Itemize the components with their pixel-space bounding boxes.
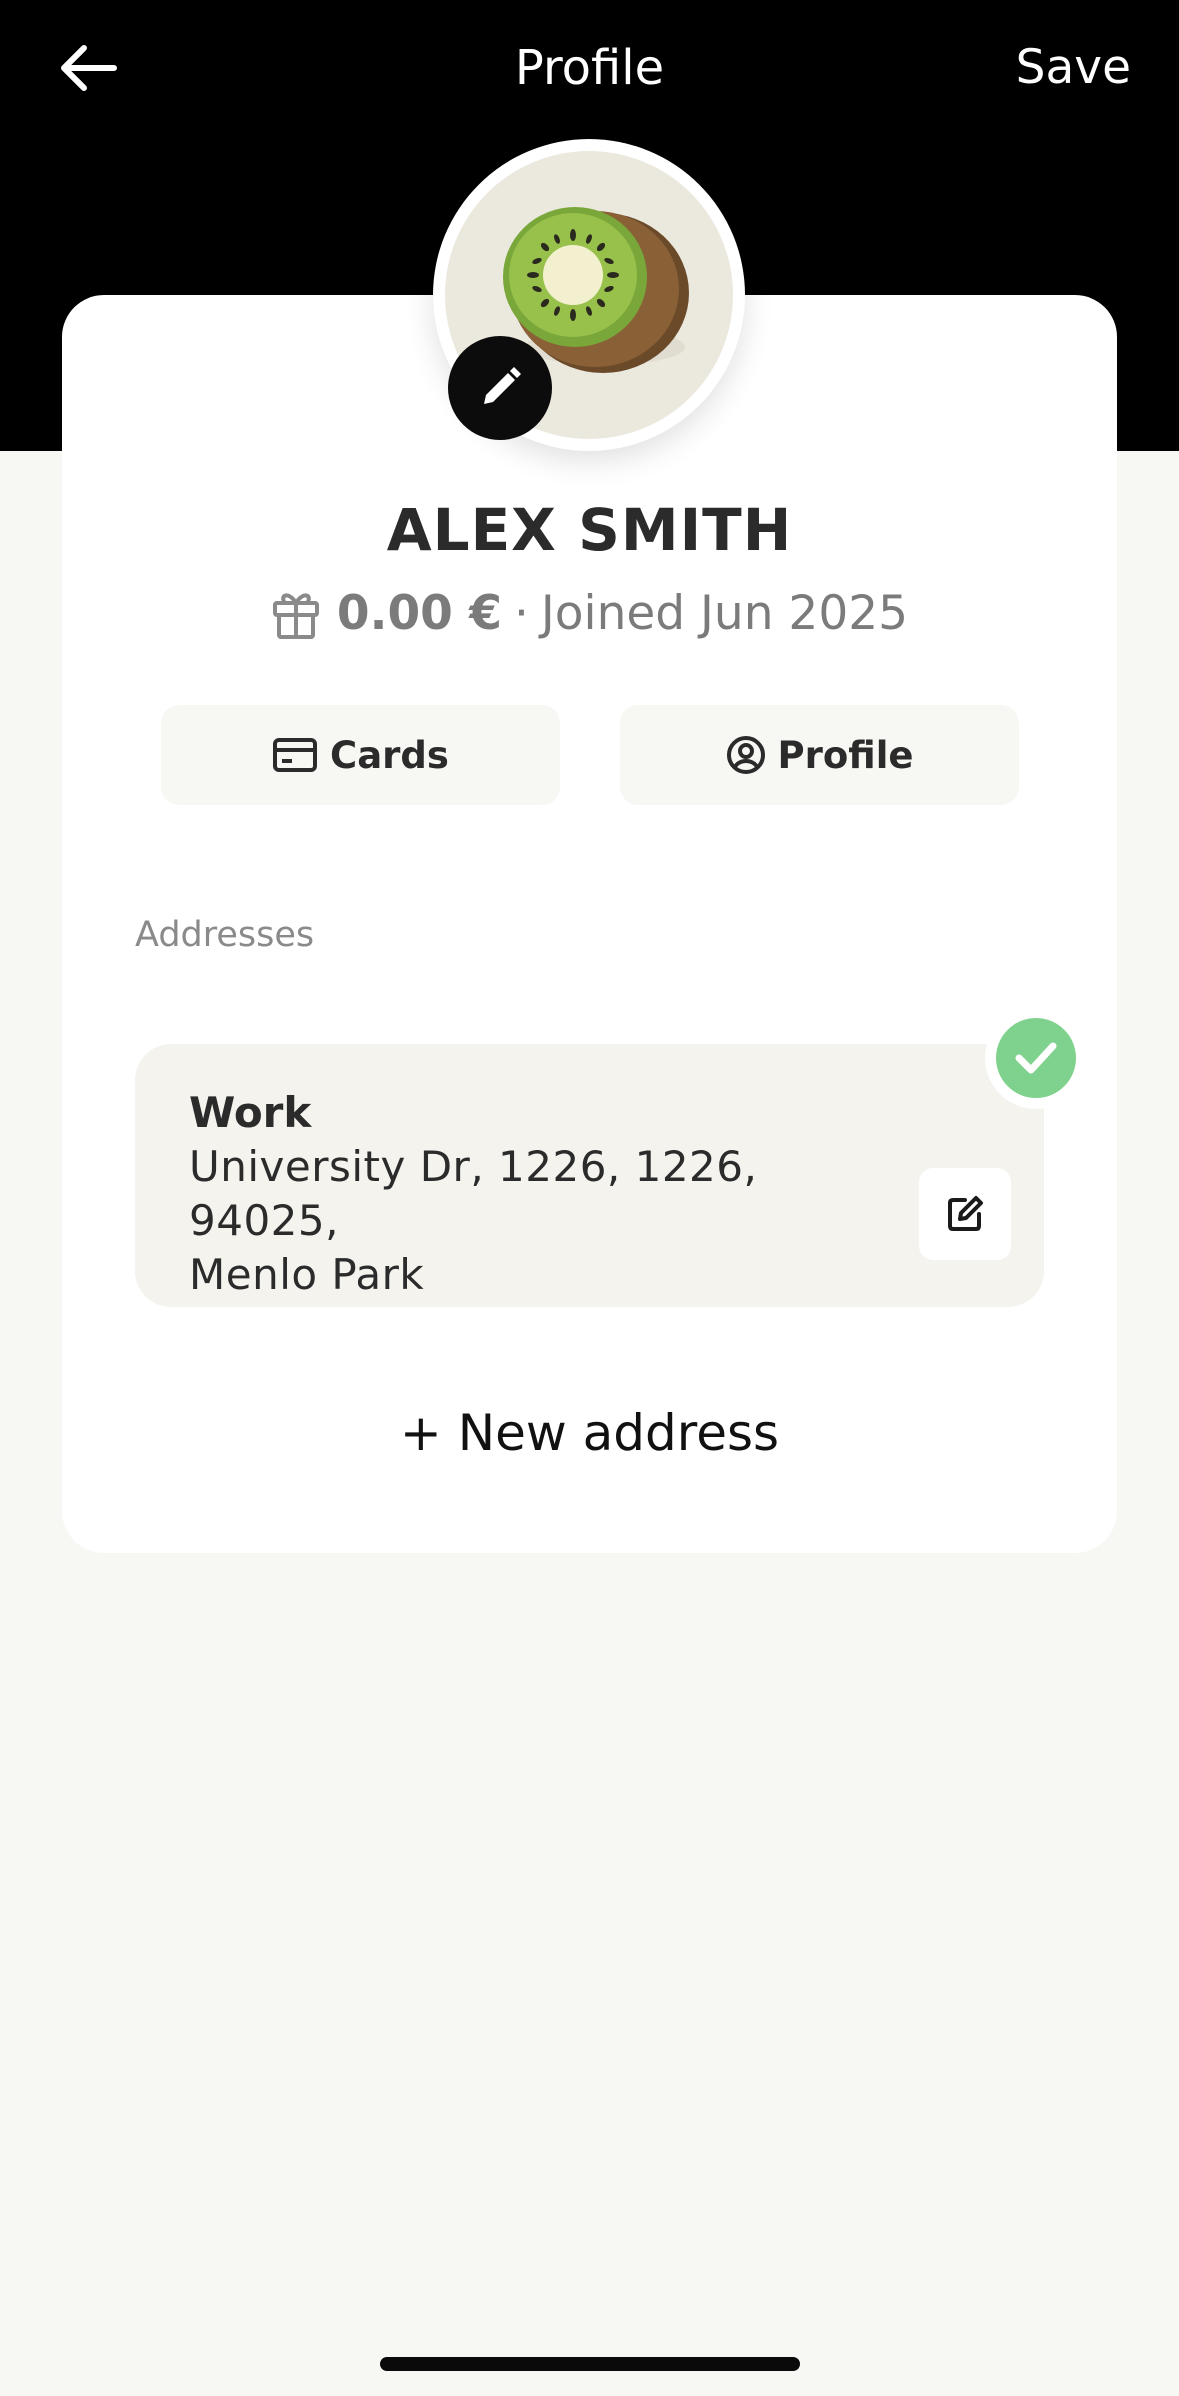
balance-amount: 0.00 € — [336, 586, 502, 641]
user-circle-icon — [726, 736, 765, 774]
home-indicator[interactable] — [380, 2357, 800, 2371]
selected-badge — [985, 1007, 1087, 1109]
address-line: Menlo Park — [189, 1250, 425, 1299]
edit-avatar-button[interactable] — [448, 336, 552, 440]
pencil-icon — [484, 367, 521, 404]
save-button[interactable]: Save — [1016, 36, 1131, 100]
address-title: Work — [189, 1088, 312, 1137]
profile-button[interactable]: Profile — [620, 705, 1019, 805]
cards-button[interactable]: Cards — [161, 705, 560, 805]
user-name: ALEX SMITH — [386, 496, 793, 564]
cards-button-label: Cards — [330, 733, 449, 777]
edit-square-icon — [948, 1196, 983, 1231]
address-line: University Dr, 1226, 1226, 94025, — [189, 1142, 758, 1245]
gift-icon — [272, 593, 319, 639]
joined-date: Joined Jun 2025 — [540, 586, 909, 641]
address-card[interactable]: Work University Dr, 1226, 1226, 94025, M… — [135, 1044, 1044, 1307]
new-address-button[interactable]: + New address — [0, 1401, 1179, 1465]
credit-card-icon — [273, 738, 318, 772]
address-text: University Dr, 1226, 1226, 94025, Menlo … — [189, 1140, 889, 1302]
edit-address-button[interactable] — [919, 1168, 1011, 1260]
meta-separator: · — [513, 586, 529, 641]
profile-meta: 0.00 € · Joined Jun 2025 — [0, 582, 1179, 646]
profile-button-label: Profile — [777, 733, 914, 777]
check-icon — [1015, 1042, 1057, 1074]
addresses-section-label: Addresses — [135, 915, 315, 955]
top-nav-bar: Profile Save — [0, 0, 1179, 135]
page-title: Profile — [514, 40, 665, 96]
